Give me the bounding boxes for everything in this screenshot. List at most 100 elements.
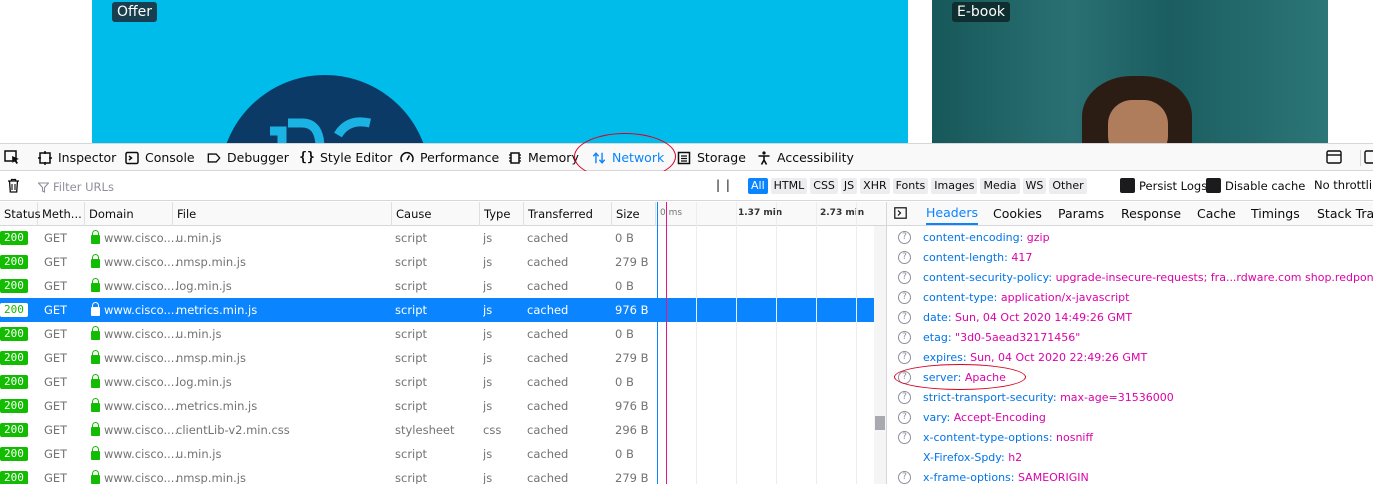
filter-other-button[interactable]: Other — [1049, 178, 1087, 194]
filter-media-button[interactable]: Media — [980, 178, 1020, 194]
header-help-icon[interactable]: ? — [898, 230, 911, 244]
request-row[interactable]: 200 GET www.cisco.... u.min.js script js cache… — [0, 322, 874, 346]
throttling-select[interactable]: No throttling — [1314, 178, 1373, 192]
cell-status: 200 — [0, 466, 28, 484]
header-name: x-content-type-options: nosniff — [923, 430, 1094, 444]
tab-inspector[interactable]: Inspector — [38, 144, 116, 171]
header-row[interactable]: ? x-frame-options: SAMEORIGIN — [887, 467, 1373, 484]
details-tab-timings[interactable]: Timings — [1251, 202, 1300, 225]
domain-text: www.cisco.... — [104, 303, 179, 317]
column-cause[interactable]: Cause — [392, 202, 480, 226]
details-tab-params[interactable]: Params — [1058, 202, 1104, 225]
header-help-icon[interactable]: ? — [898, 350, 911, 364]
header-row[interactable]: ? x-content-type-options: nosniff — [887, 427, 1373, 447]
details-tab-response[interactable]: Response — [1121, 202, 1181, 225]
header-row[interactable]: ? strict-transport-security: max-age=3153… — [887, 387, 1373, 407]
column-method[interactable]: Meth... — [38, 202, 85, 226]
request-table-scrollbar[interactable] — [874, 226, 886, 484]
filter-all-button[interactable]: All — [748, 178, 768, 194]
column-domain[interactable]: Domain — [85, 202, 173, 226]
request-row[interactable]: 200 GET www.cisco.... u.min.js script js cache… — [0, 442, 874, 466]
toggle-sidebar-icon[interactable] — [894, 207, 907, 222]
request-row[interactable]: 200 GET www.cisco.... clientLib-v2.min.css s… — [0, 418, 874, 442]
filter-xhr-button[interactable]: XHR — [860, 178, 890, 194]
request-row[interactable]: 200 GET www.cisco.... log.min.js script js cac… — [0, 370, 874, 394]
tab-memory[interactable]: Memory — [508, 144, 579, 171]
request-row[interactable]: 200 GET www.cisco.... nmsp.min.js script js ca… — [0, 250, 874, 274]
tab-storage[interactable]: Storage — [677, 144, 746, 171]
header-row[interactable]: X-Firefox-Spdy: h2 — [887, 447, 1373, 467]
filter-ws-button[interactable]: WS — [1022, 178, 1047, 194]
filter-urls-input[interactable]: Filter URLs — [38, 179, 278, 195]
header-row[interactable]: ? content-length: 417 — [887, 247, 1373, 267]
cell-type: js — [483, 303, 493, 317]
request-row[interactable]: 200 GET www.cisco.... u.min.js script js cache… — [0, 226, 874, 250]
details-tab-stack-trace[interactable]: Stack Trace — [1317, 202, 1373, 225]
header-help-icon[interactable]: ? — [898, 410, 911, 424]
cell-file: u.min.js — [176, 327, 222, 341]
dock-layout-icon[interactable] — [1326, 150, 1342, 167]
column-type[interactable]: Type — [480, 202, 524, 226]
tab-style-editor[interactable]: {} Style Editor — [299, 144, 392, 171]
request-row[interactable]: 200 GET www.cisco.... metrics.min.js script j… — [0, 394, 874, 418]
column-size[interactable]: Size — [612, 202, 656, 226]
request-row[interactable]: 200 GET www.cisco.... nmsp.min.js script js ca… — [0, 466, 874, 484]
secure-lock-icon — [91, 373, 100, 388]
header-row[interactable]: ? content-type: application/x-javascript — [887, 287, 1373, 307]
offer-card[interactable]: Offer — [92, 0, 908, 143]
header-help-icon[interactable]: ? — [898, 470, 911, 484]
persist-logs-checkbox[interactable]: Persist Logs — [1120, 178, 1207, 193]
column-file[interactable]: File — [173, 202, 392, 226]
persist-logs-box[interactable] — [1120, 178, 1135, 193]
header-help-icon[interactable]: ? — [898, 270, 911, 284]
clear-trash-icon[interactable] — [7, 178, 20, 196]
domain-text: www.cisco.... — [104, 255, 179, 269]
cell-domain: www.cisco.... — [91, 274, 178, 298]
column-status[interactable]: Status — [0, 202, 41, 226]
tab-accessibility[interactable]: Accessibility — [757, 144, 854, 171]
cell-status: 200 — [0, 274, 28, 298]
header-help-icon[interactable]: ? — [898, 430, 911, 444]
request-row[interactable]: 200 GET www.cisco.... log.min.js script js cac… — [0, 274, 874, 298]
header-help-icon[interactable]: ? — [898, 250, 911, 264]
request-row[interactable]: 200 GET www.cisco.... metrics.min.js script j… — [0, 298, 874, 322]
cell-size: 279 B — [615, 255, 649, 269]
cell-file: nmsp.min.js — [176, 255, 246, 269]
pause-recording-icon[interactable]: | | — [716, 178, 731, 192]
filter-fonts-button[interactable]: Fonts — [892, 178, 929, 194]
header-row[interactable]: ? content-security-policy: upgrade-insecu… — [887, 267, 1373, 287]
filter-css-button[interactable]: CSS — [810, 178, 838, 194]
filter-html-button[interactable]: HTML — [770, 178, 808, 194]
settings-overflow-icon[interactable] — [1364, 150, 1373, 167]
request-row[interactable]: 200 GET www.cisco.... nmsp.min.js script js ca… — [0, 346, 874, 370]
column-transferred[interactable]: Transferred — [524, 202, 612, 226]
element-picker-icon[interactable] — [4, 150, 20, 164]
domain-text: www.cisco.... — [104, 447, 179, 461]
tab-console[interactable]: Console — [125, 144, 195, 171]
cell-status: 200 — [0, 442, 28, 466]
disable-cache-checkbox[interactable]: Disable cache — [1206, 178, 1305, 193]
tab-performance[interactable]: Performance — [400, 144, 499, 171]
header-row[interactable]: ? vary: Accept-Encoding — [887, 407, 1373, 427]
filter-funnel-icon — [38, 181, 49, 193]
details-tab-headers[interactable]: Headers — [926, 202, 979, 225]
header-row[interactable]: ? etag: "3d0-5aead32171456" — [887, 327, 1373, 347]
header-help-icon[interactable]: ? — [898, 310, 911, 324]
disable-cache-box[interactable] — [1206, 178, 1221, 193]
header-help-icon[interactable]: ? — [898, 290, 911, 304]
scrollbar-thumb[interactable] — [875, 416, 885, 430]
cell-method: GET — [44, 423, 68, 437]
header-help-icon[interactable]: ? — [898, 330, 911, 344]
filter-js-button[interactable]: JS — [840, 178, 858, 194]
filter-images-button[interactable]: Images — [931, 178, 978, 194]
header-row[interactable]: ? content-encoding: gzip — [887, 227, 1373, 247]
tab-debugger[interactable]: Debugger — [207, 144, 289, 171]
header-help-icon[interactable]: ? — [898, 390, 911, 404]
cell-cause: script — [395, 399, 428, 413]
domain-text: www.cisco.... — [104, 327, 179, 341]
column-timeline[interactable]: 0 ms 1.37 min 2.73 min — [656, 202, 874, 226]
header-row[interactable]: ? date: Sun, 04 Oct 2020 14:49:26 GMT — [887, 307, 1373, 327]
details-tab-cache[interactable]: Cache — [1197, 202, 1236, 225]
ebook-card[interactable]: E-book — [932, 0, 1328, 143]
details-tab-cookies[interactable]: Cookies — [993, 202, 1042, 225]
